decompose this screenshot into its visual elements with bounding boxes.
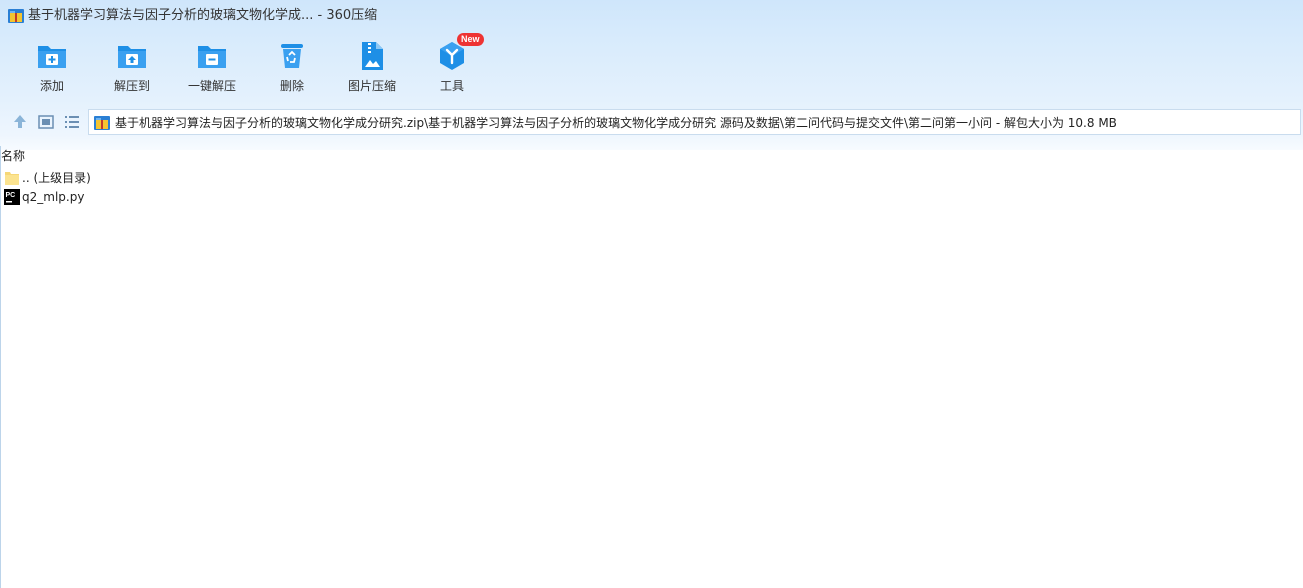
new-badge: New (457, 33, 484, 46)
archive-icon (94, 116, 110, 130)
address-bar[interactable]: 基于机器学习算法与因子分析的玻璃文物化学成分研究.zip\基于机器学习算法与因子… (88, 109, 1301, 135)
image-compress-button[interactable]: 图片压缩 (332, 36, 412, 100)
arrow-up-icon[interactable] (10, 112, 30, 132)
image-compress-label: 图片压缩 (347, 79, 396, 93)
list-view-icon[interactable] (62, 112, 82, 132)
tools-label: 工具 (439, 79, 464, 93)
column-header-name[interactable]: 名称 (1, 148, 25, 164)
image-compress-icon (362, 42, 383, 70)
list-item-name: q2_mlp.py (22, 190, 85, 204)
add-button[interactable]: 添加 (12, 36, 92, 100)
app-window: 基于机器学习算法与因子分析的玻璃文物化学成... - 360压缩 添加 解压到 (0, 0, 1303, 588)
list-item-name: .. (上级目录) (22, 171, 91, 185)
archive-app-icon (8, 9, 24, 23)
title-bar: 基于机器学习算法与因子分析的玻璃文物化学成... - 360压缩 (0, 0, 1303, 32)
svg-text:PC: PC (6, 192, 16, 199)
add-folder-icon (38, 46, 66, 68)
delete-button[interactable]: 删除 (252, 36, 332, 100)
pycharm-file-icon: PC (4, 189, 20, 205)
list-item-q2-mlp-py[interactable]: PC q2_mlp.py (1, 188, 301, 206)
folder-icon (5, 172, 19, 185)
extract-to-label: 解压到 (113, 79, 150, 93)
add-label: 添加 (39, 79, 64, 93)
recycle-bin-icon (281, 44, 303, 68)
navigation-bar: 基于机器学习算法与因子分析的玻璃文物化学成分研究.zip\基于机器学习算法与因子… (0, 108, 1303, 136)
address-path: 基于机器学习算法与因子分析的玻璃文物化学成分研究.zip\基于机器学习算法与因子… (115, 116, 1117, 130)
one-click-extract-label: 一键解压 (187, 79, 236, 93)
window-title: 基于机器学习算法与因子分析的玻璃文物化学成... - 360压缩 (28, 8, 378, 23)
one-click-extract-icon (198, 46, 226, 68)
tools-button[interactable]: New 工具 (412, 33, 492, 100)
delete-label: 删除 (279, 79, 304, 93)
extract-to-button[interactable]: 解压到 (92, 36, 172, 100)
file-list: 名称 .. (上级目录) PC q2_mlp.py (0, 146, 1303, 588)
thumbnail-view-icon[interactable] (36, 112, 56, 132)
list-item-parent-directory[interactable]: .. (上级目录) (1, 169, 301, 187)
one-click-extract-button[interactable]: 一键解压 (172, 36, 252, 100)
extract-to-icon (118, 46, 146, 68)
